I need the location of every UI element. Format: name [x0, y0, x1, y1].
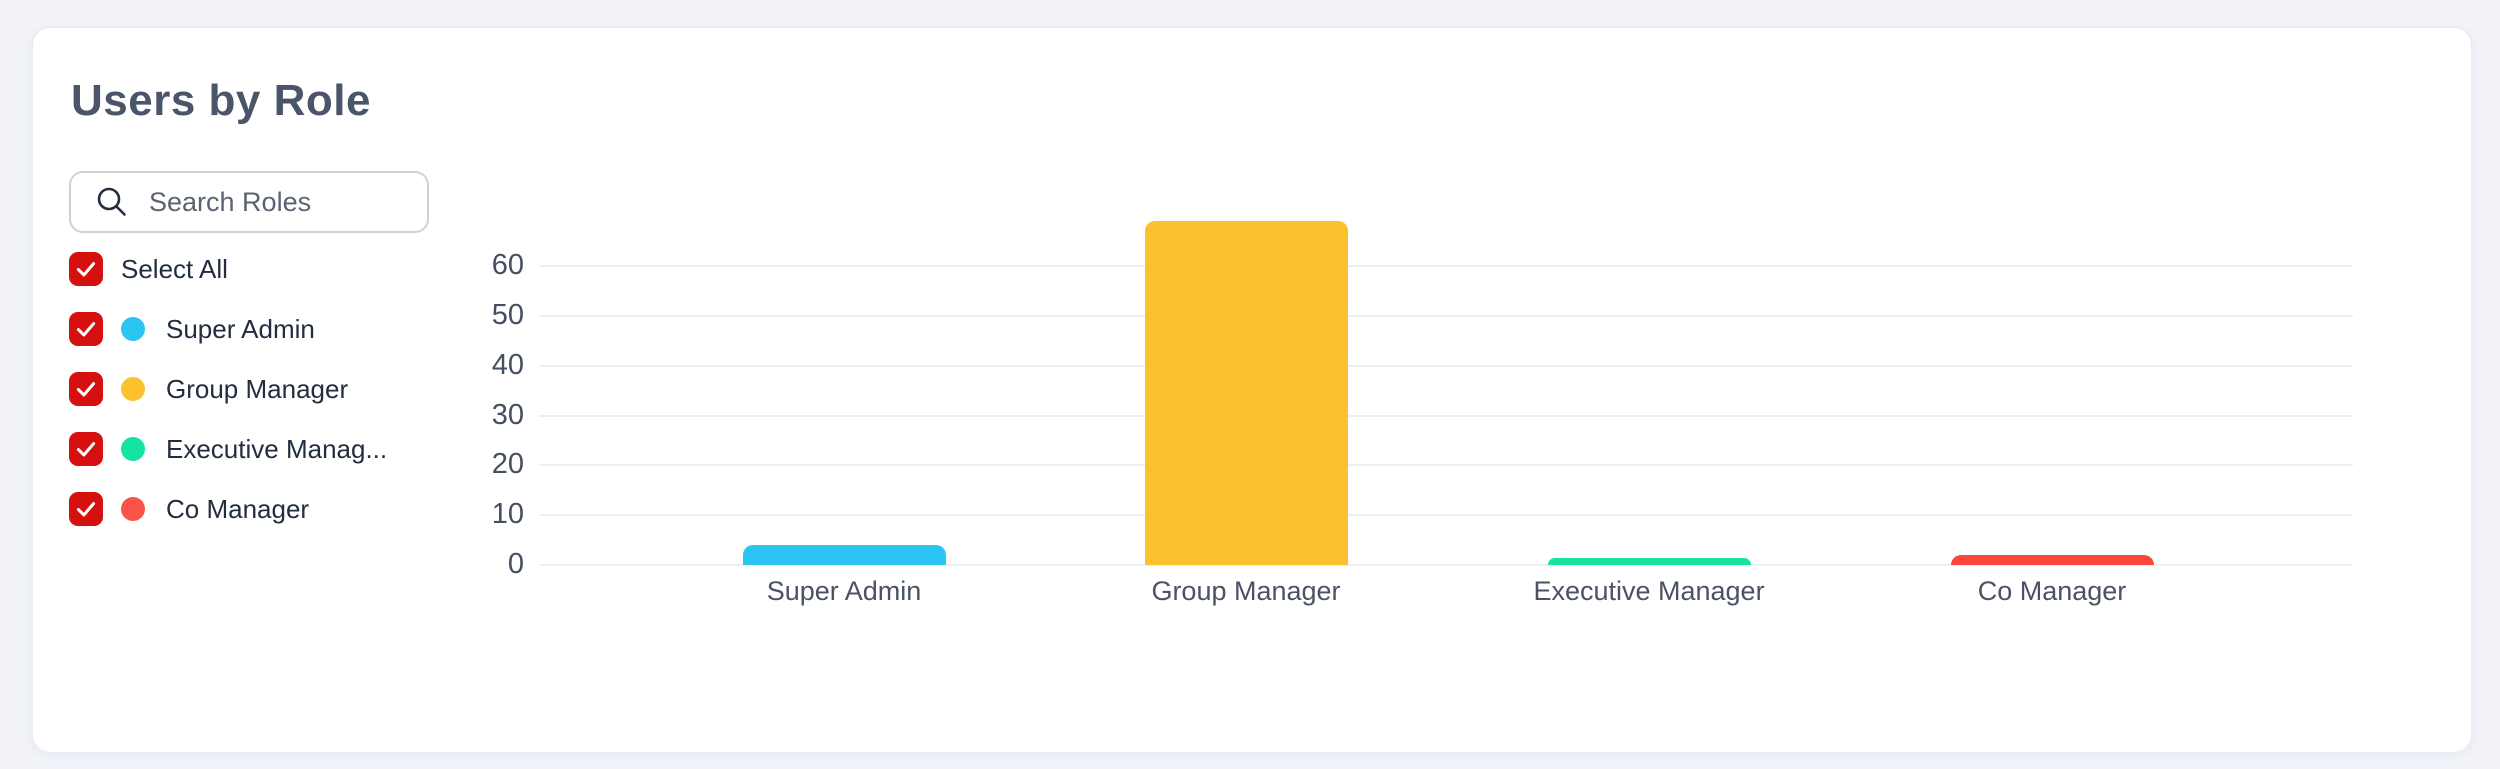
y-axis-tick-label: 40 — [434, 351, 524, 380]
x-axis-category-label: Co Manager — [1872, 576, 2232, 606]
y-axis-tick-label: 60 — [434, 251, 524, 280]
gridline — [539, 514, 2353, 516]
gridline — [539, 265, 2353, 267]
bar-group-manager[interactable] — [1145, 221, 1348, 565]
role-color-dot — [121, 377, 145, 401]
check-icon — [73, 496, 99, 522]
role-filter-row[interactable]: Group Manager — [69, 367, 348, 411]
bar-executive-manager[interactable] — [1548, 558, 1751, 565]
users-by-role-card: Users by Role Select All Super Admin — [32, 27, 2472, 753]
checkbox-checked[interactable] — [69, 312, 103, 346]
bar-co-manager[interactable] — [1951, 555, 2154, 565]
gridline — [539, 464, 2353, 466]
y-axis-tick-label: 20 — [434, 450, 524, 479]
role-color-dot — [121, 497, 145, 521]
bar-chart: 0 10 20 30 40 50 60 Super Admin Group Manager Exe… — [33, 28, 2471, 752]
y-axis-tick-label: 10 — [434, 500, 524, 529]
role-filter-row[interactable]: Co Manager — [69, 487, 309, 531]
select-all-filter-row[interactable]: Select All — [69, 247, 228, 291]
check-icon — [73, 376, 99, 402]
role-filter-label: Executive Manag... — [166, 434, 387, 465]
role-filter-label: Select All — [121, 254, 228, 285]
checkbox-checked[interactable] — [69, 252, 103, 286]
role-filter-row[interactable]: Executive Manag... — [69, 427, 387, 471]
role-color-dot — [121, 317, 145, 341]
gridline — [539, 315, 2353, 317]
x-axis-category-label: Executive Manager — [1469, 576, 1829, 606]
role-filter-label: Co Manager — [166, 494, 309, 525]
search-icon — [95, 185, 129, 219]
y-axis-tick-label: 0 — [434, 550, 524, 579]
bar-super-admin[interactable] — [743, 545, 946, 565]
role-filter-label: Group Manager — [166, 374, 348, 405]
checkbox-checked[interactable] — [69, 492, 103, 526]
y-axis-tick-label: 30 — [434, 401, 524, 430]
check-icon — [73, 316, 99, 342]
card-title: Users by Role — [71, 76, 371, 126]
search-roles-input[interactable] — [147, 186, 401, 219]
checkbox-checked[interactable] — [69, 432, 103, 466]
x-axis-category-label: Super Admin — [664, 576, 1024, 606]
check-icon — [73, 436, 99, 462]
role-filter-row[interactable]: Super Admin — [69, 307, 315, 351]
role-filter-label: Super Admin — [166, 314, 315, 345]
y-axis-tick-label: 50 — [434, 301, 524, 330]
x-axis-category-label: Group Manager — [1066, 576, 1426, 606]
gridline — [539, 365, 2353, 367]
checkbox-checked[interactable] — [69, 372, 103, 406]
search-roles-box[interactable] — [69, 171, 429, 233]
role-color-dot — [121, 437, 145, 461]
check-icon — [73, 256, 99, 282]
gridline — [539, 415, 2353, 417]
